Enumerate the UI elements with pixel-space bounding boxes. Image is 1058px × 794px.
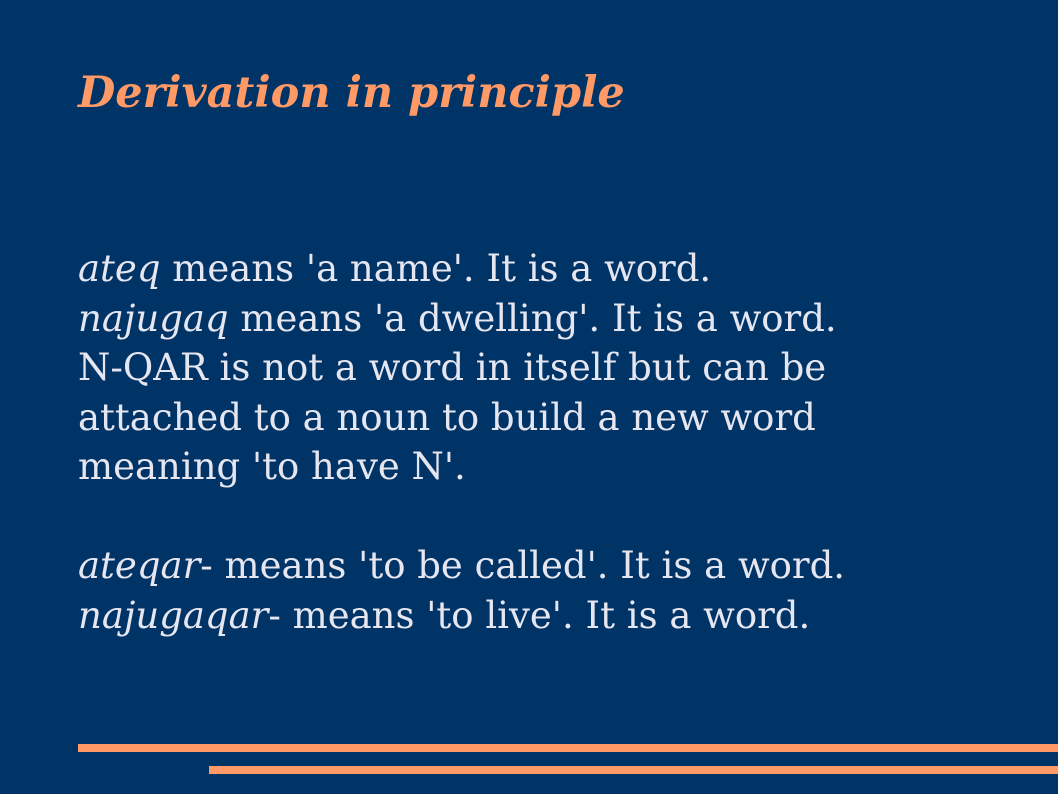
line-text: - means 'to live'. It is a word. <box>268 593 811 637</box>
term-najugaqar: najugaqar <box>78 593 269 637</box>
body-line-ateq: ateq means 'a name'. It is a word. <box>78 244 1038 294</box>
slide: Derivation in principle ateq means 'a na… <box>0 0 1058 794</box>
line-text: means 'a name'. It is a word. <box>160 247 712 290</box>
slide-title: Derivation in principle <box>78 68 625 118</box>
body-line-ateqar: ateqar- means 'to be called'. It is a wo… <box>78 541 1038 591</box>
body-line-najugaq: najugaq means 'a dwelling'. It is a word… <box>78 294 1038 344</box>
term-najugaq: najugaq <box>78 296 229 340</box>
slide-body: ateq means 'a name'. It is a word. najug… <box>78 244 1038 640</box>
term-ateqar: ateqar <box>78 544 201 587</box>
line-text: means 'a dwelling'. It is a word. <box>228 296 837 340</box>
decorative-rule-top <box>78 744 1058 752</box>
body-line-meaning: meaning 'to have N'. <box>78 445 466 488</box>
line-text: - means 'to be called'. It is a word. <box>200 544 846 587</box>
term-ateq: ateq <box>78 247 161 290</box>
body-line-nqar: N-QAR is not a word in itself but can be <box>78 346 827 389</box>
body-line-najugaqar: najugaqar- means 'to live'. It is a word… <box>78 591 1038 641</box>
decorative-rule-bottom <box>209 766 1058 774</box>
body-line-attached: attached to a noun to build a new word <box>78 395 816 439</box>
